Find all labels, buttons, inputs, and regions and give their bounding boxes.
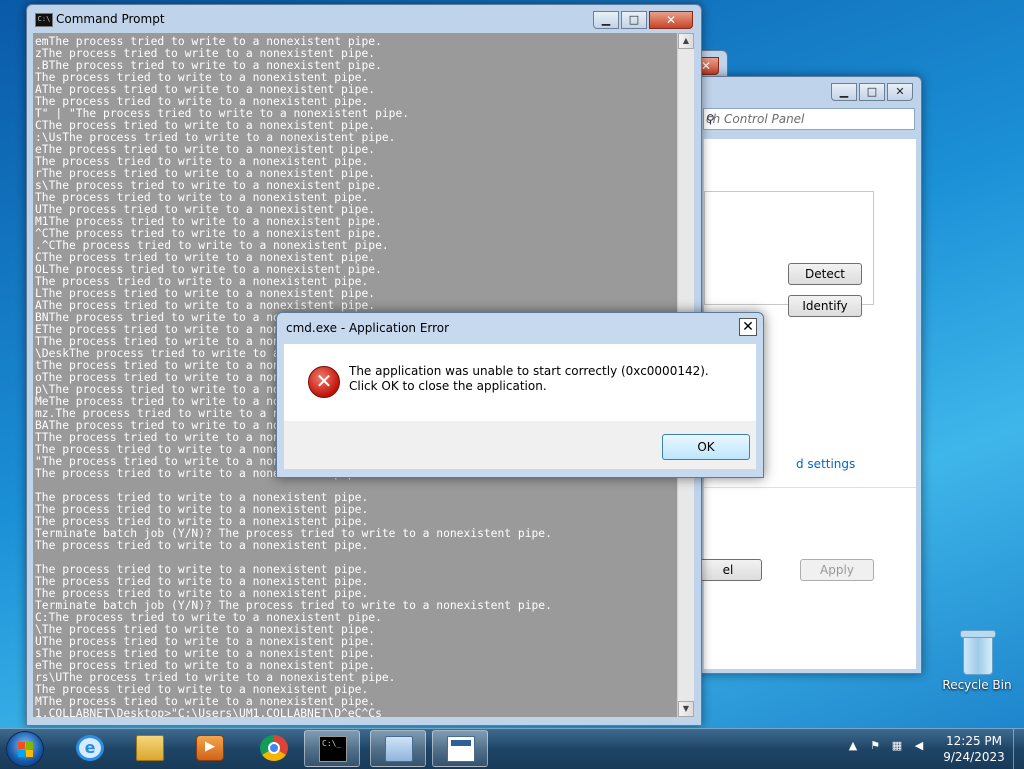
scroll-up-arrow-icon[interactable]: ▲ bbox=[678, 33, 694, 49]
taskbar-command-prompt[interactable]: C:\_ bbox=[304, 730, 360, 767]
minimize-button[interactable]: ▁ bbox=[831, 83, 857, 101]
recycle-bin-label: Recycle Bin bbox=[942, 678, 1012, 692]
folder-icon bbox=[136, 735, 164, 761]
error-message: The application was unable to start corr… bbox=[349, 364, 709, 393]
dialog-body: ✕ The application was unable to start co… bbox=[284, 344, 756, 421]
system-clock[interactable]: 12:25 PM 9/24/2023 bbox=[932, 733, 1016, 765]
dialog-footer: OK bbox=[284, 421, 756, 469]
taskbar-chrome[interactable] bbox=[246, 730, 302, 767]
dialog-title: cmd.exe - Application Error bbox=[286, 321, 450, 335]
taskbar: e ▶ C:\_ ▲ ⚑ ▦ ◀ 12:25 PM 9/24/2023 bbox=[0, 728, 1024, 769]
media-player-icon: ▶ bbox=[196, 735, 224, 761]
advanced-settings-link[interactable]: d settings bbox=[796, 457, 855, 471]
close-button[interactable]: ✕ bbox=[649, 11, 693, 29]
taskbar-error-dialog[interactable] bbox=[432, 730, 488, 767]
volume-muted-icon[interactable]: ◀ bbox=[908, 739, 930, 752]
command-prompt-titlebar[interactable]: C:\ Command Prompt ▁ □ ✕ bbox=[27, 5, 701, 33]
apply-button[interactable]: Apply bbox=[800, 559, 874, 581]
close-button[interactable]: ✕ bbox=[887, 83, 913, 101]
control-panel-search-input[interactable]: ch Control Panel ⚲ bbox=[703, 108, 915, 130]
application-error-dialog: cmd.exe - Application Error ✕ ✕ The appl… bbox=[276, 312, 764, 478]
cancel-button[interactable]: el bbox=[694, 559, 762, 581]
detect-button[interactable]: Detect bbox=[788, 263, 862, 285]
dialog-close-button[interactable]: ✕ bbox=[739, 318, 757, 336]
clock-date: 9/24/2023 bbox=[943, 750, 1005, 764]
recycle-bin-icon bbox=[960, 630, 996, 675]
error-icon: ✕ bbox=[308, 366, 340, 398]
maximize-button[interactable]: □ bbox=[859, 83, 885, 101]
ok-button[interactable]: OK bbox=[662, 434, 750, 460]
start-button[interactable] bbox=[6, 731, 44, 767]
system-tray: ▲ ⚑ ▦ ◀ bbox=[842, 739, 930, 752]
cmd-window-icon: C:\ bbox=[35, 13, 53, 27]
internet-explorer-icon: e bbox=[76, 735, 104, 761]
identify-button[interactable]: Identify bbox=[788, 295, 862, 317]
minimize-button[interactable]: ▁ bbox=[593, 11, 619, 29]
taskbar-media-player[interactable]: ▶ bbox=[182, 730, 238, 767]
show-desktop-button[interactable] bbox=[1013, 729, 1024, 769]
maximize-button[interactable]: □ bbox=[621, 11, 647, 29]
network-icon[interactable]: ▦ bbox=[886, 739, 908, 752]
display-properties-icon bbox=[385, 736, 413, 762]
search-icon[interactable]: ⚲ bbox=[706, 112, 909, 126]
scroll-down-arrow-icon[interactable]: ▼ bbox=[678, 701, 694, 717]
command-prompt-icon: C:\_ bbox=[319, 736, 347, 762]
taskbar-display-properties[interactable] bbox=[370, 730, 426, 767]
display-settings-group bbox=[704, 191, 874, 305]
show-hidden-icons-arrow-icon[interactable]: ▲ bbox=[842, 739, 864, 752]
clock-time: 12:25 PM bbox=[946, 734, 1002, 748]
taskbar-file-explorer[interactable] bbox=[122, 730, 178, 767]
taskbar-internet-explorer[interactable]: e bbox=[62, 730, 118, 767]
application-window-icon bbox=[447, 736, 475, 762]
action-center-flag-icon[interactable]: ⚑ bbox=[864, 739, 886, 752]
chrome-icon bbox=[260, 735, 288, 761]
recycle-bin-desktop-icon[interactable]: Recycle Bin bbox=[942, 630, 1012, 692]
window-title: Command Prompt bbox=[56, 12, 165, 26]
windows-logo-icon bbox=[18, 742, 33, 757]
divider bbox=[704, 487, 916, 488]
